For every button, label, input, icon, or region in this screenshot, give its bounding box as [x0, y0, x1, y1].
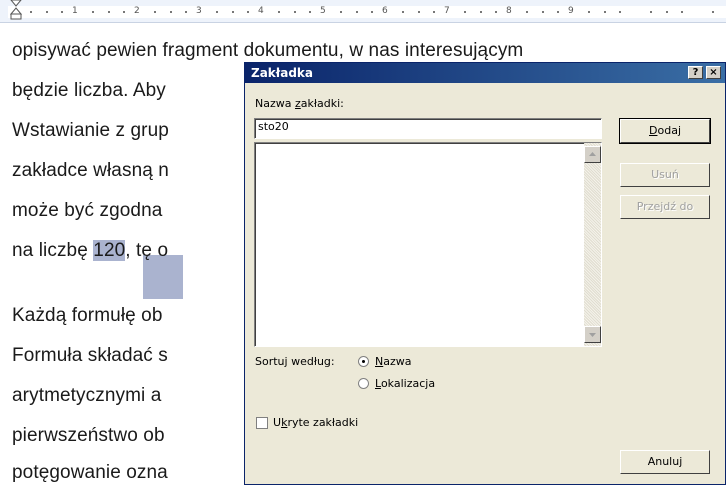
scroll-up-button[interactable] [584, 146, 601, 163]
doc-line: może być zgodna [12, 200, 163, 221]
ruler-number: 1 [72, 6, 78, 16]
doc-line: na liczbę 120, tę o [12, 240, 168, 262]
doc-line: Wstawianie z grup [12, 120, 169, 141]
ruler-dot [278, 11, 280, 13]
ruler-dot [603, 11, 606, 13]
bookmark-list[interactable] [254, 142, 602, 347]
scroll-down-button[interactable] [584, 326, 601, 343]
ruler-dot [154, 11, 156, 13]
ruler-dot [402, 11, 404, 13]
ruler-dot [681, 11, 683, 13]
indent-marker-icon[interactable] [10, 0, 22, 20]
ruler-dot [557, 11, 559, 13]
dialog-titlebar[interactable]: Zakładka ? × [245, 63, 725, 83]
ruler-dot [185, 11, 187, 13]
ruler-number: 6 [382, 6, 388, 16]
doc-line-text: , tę o [125, 240, 169, 261]
ruler-dot [123, 11, 125, 13]
doc-line: zakładce własną n [12, 160, 169, 181]
goto-button[interactable]: Przejdź do [620, 195, 710, 219]
doc-line: arytmetycznymi a [12, 385, 162, 406]
ruler-dot [45, 11, 48, 13]
ruler-dot [371, 11, 373, 13]
bookmark-dialog: Zakładka ? × Nazwa zakładki: sto20 Dodaj… [244, 62, 726, 485]
bookmark-name-label: Nazwa zakładki: [255, 97, 344, 110]
doc-line: Każdą formułę ob [12, 305, 163, 326]
cancel-button[interactable]: Anuluj [620, 450, 710, 474]
ruler-dot [541, 11, 544, 13]
ruler-dot [495, 11, 497, 13]
ruler-dot [92, 11, 94, 13]
hidden-bookmarks-label[interactable]: Ukryte zakładki [273, 416, 358, 429]
ruler-dot [417, 11, 420, 13]
ruler-number: 9 [568, 6, 574, 16]
ruler-dot [433, 11, 435, 13]
doc-line: będzie liczba. Aby [12, 80, 166, 101]
ruler-dot [247, 11, 249, 13]
ruler-number: 4 [258, 6, 264, 16]
bookmark-name-input[interactable]: sto20 [254, 118, 602, 139]
ruler-dot [107, 11, 110, 13]
ruler-dot [619, 11, 621, 13]
selected-number[interactable]: 120 [93, 240, 126, 261]
ruler-dot [340, 11, 342, 13]
ruler-number: 3 [196, 6, 202, 16]
list-scrollbar[interactable] [584, 143, 601, 346]
doc-line: pierwszeństwo ob [12, 425, 165, 446]
ruler-dot [293, 11, 296, 13]
arrow-down-icon [589, 333, 596, 337]
ruler-dot [309, 11, 311, 13]
sort-name-radio[interactable] [358, 356, 369, 367]
doc-line: Formuła składać s [12, 345, 168, 366]
doc-line: potęgowanie ozna [12, 462, 168, 483]
sort-location-label[interactable]: Lokalizacja [375, 377, 435, 390]
close-button[interactable]: × [706, 66, 721, 79]
ruler-dot [231, 11, 234, 13]
ruler-dot [588, 11, 590, 13]
doc-line: opisywać pewien fragment dokumentu, w na… [12, 40, 524, 61]
hidden-bookmarks-checkbox[interactable] [256, 417, 268, 429]
ruler-dot [665, 11, 668, 13]
dialog-title: Zakładka [251, 66, 313, 80]
add-button[interactable]: Dodaj [619, 118, 711, 144]
ruler-dot [30, 11, 32, 13]
ruler-dot [479, 11, 482, 13]
ruler-dot [61, 11, 63, 13]
ruler-number: 7 [444, 6, 450, 16]
horizontal-ruler[interactable]: 1 2 3 4 5 6 7 8 9 [0, 0, 726, 23]
ruler-number: 2 [134, 6, 140, 16]
ruler-dot [169, 11, 172, 13]
ruler-dot [526, 11, 528, 13]
arrow-up-icon [589, 152, 596, 156]
sort-location-radio[interactable] [358, 378, 369, 389]
ruler-dot [464, 11, 466, 13]
ruler-dot [712, 11, 714, 13]
doc-line-text: na liczbę [12, 240, 94, 261]
ruler-dot [216, 11, 218, 13]
ruler-number: 5 [320, 6, 326, 16]
ruler-dot [355, 11, 358, 13]
help-button[interactable]: ? [688, 66, 703, 79]
sort-label: Sortuj według: [255, 355, 335, 368]
ruler-dot [650, 11, 652, 13]
delete-button[interactable]: Usuń [620, 163, 710, 187]
ruler-number: 8 [506, 6, 512, 16]
sort-name-label[interactable]: Nazwa [375, 355, 412, 368]
